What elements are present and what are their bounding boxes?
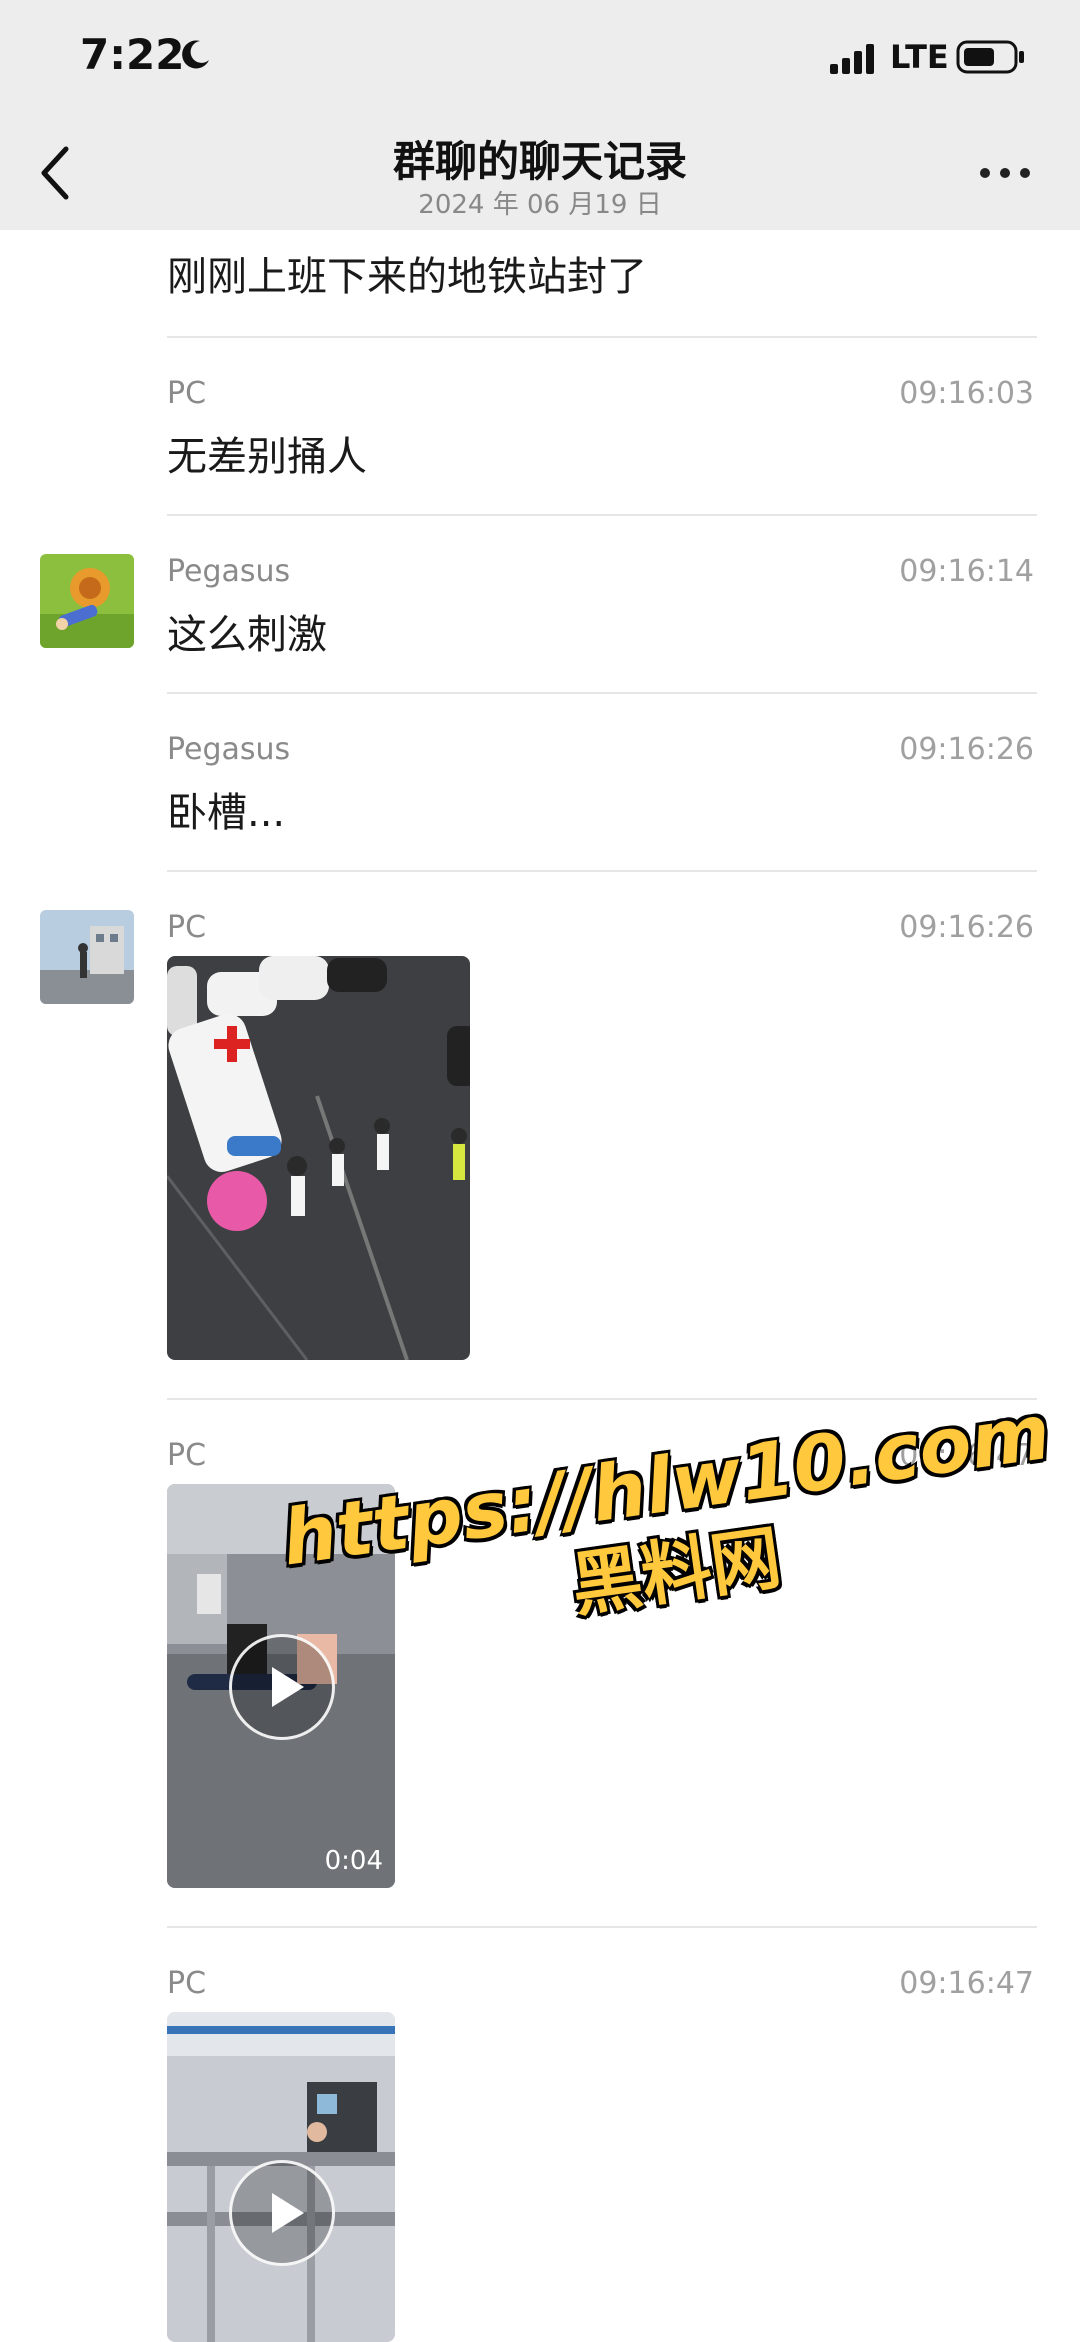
message-text: 无差别捅人 xyxy=(167,434,367,480)
network-label: LTE xyxy=(890,38,949,76)
video-thumbnail[interactable] xyxy=(167,2012,395,2342)
message-item: PC 09:16:03 无差别捅人 xyxy=(0,340,1080,518)
signal-icon xyxy=(830,44,874,74)
message-text: 这么刺激 xyxy=(167,612,327,658)
page-title: 群聊的聊天记录 xyxy=(392,137,687,186)
video-duration: 0:04 xyxy=(324,1846,383,1876)
divider xyxy=(167,1398,1037,1400)
avatar[interactable] xyxy=(40,554,134,648)
divider xyxy=(167,692,1037,694)
message-sender: Pegasus xyxy=(167,554,291,589)
street-photo xyxy=(167,956,470,1360)
divider xyxy=(167,870,1037,872)
message-item: PC 09:16:26 xyxy=(0,874,1080,1402)
status-time: 7:22 xyxy=(80,30,185,79)
message-text: 刚刚上班下来的地铁站封了 xyxy=(167,254,647,300)
message-sender: Pegasus xyxy=(167,732,291,767)
divider xyxy=(167,336,1037,338)
message-sender: PC xyxy=(167,1438,207,1473)
divider xyxy=(167,1926,1037,1928)
status-bar: 7:22 LTE xyxy=(0,0,1080,118)
avatar-pegasus xyxy=(40,554,134,648)
image-thumbnail[interactable] xyxy=(167,956,470,1360)
message-text: 卧槽... xyxy=(167,790,286,836)
more-icon[interactable] xyxy=(980,168,1030,180)
message-item: Pegasus 09:16:26 卧槽... xyxy=(0,696,1080,874)
message-time: 09:16:03 xyxy=(899,376,1034,411)
avatar-pc xyxy=(40,910,134,1004)
message-time: 09:16:26 xyxy=(899,910,1034,945)
play-icon[interactable] xyxy=(229,2160,335,2266)
message-item: PC 09:16:47 xyxy=(0,1930,1080,2342)
nav-bar: 群聊的聊天记录 2024 年 06 月19 日 xyxy=(0,118,1080,230)
message-time: 09:16:47 xyxy=(899,1966,1034,2001)
message-sender: PC xyxy=(167,1966,207,2001)
message-item: Pegasus 09:16:14 这么刺激 xyxy=(0,518,1080,696)
message-sender: PC xyxy=(167,910,207,945)
page-subtitle: 2024 年 06 月19 日 xyxy=(418,190,662,220)
avatar[interactable] xyxy=(40,910,134,1004)
moon-icon xyxy=(182,40,209,69)
message-time: 09:16:14 xyxy=(899,554,1034,589)
message-sender: PC xyxy=(167,376,207,411)
message-item: 刚刚上班下来的地铁站封了 xyxy=(0,230,1080,340)
message-time: 09:16:26 xyxy=(899,732,1034,767)
battery-icon xyxy=(956,40,1024,74)
divider xyxy=(167,514,1037,516)
